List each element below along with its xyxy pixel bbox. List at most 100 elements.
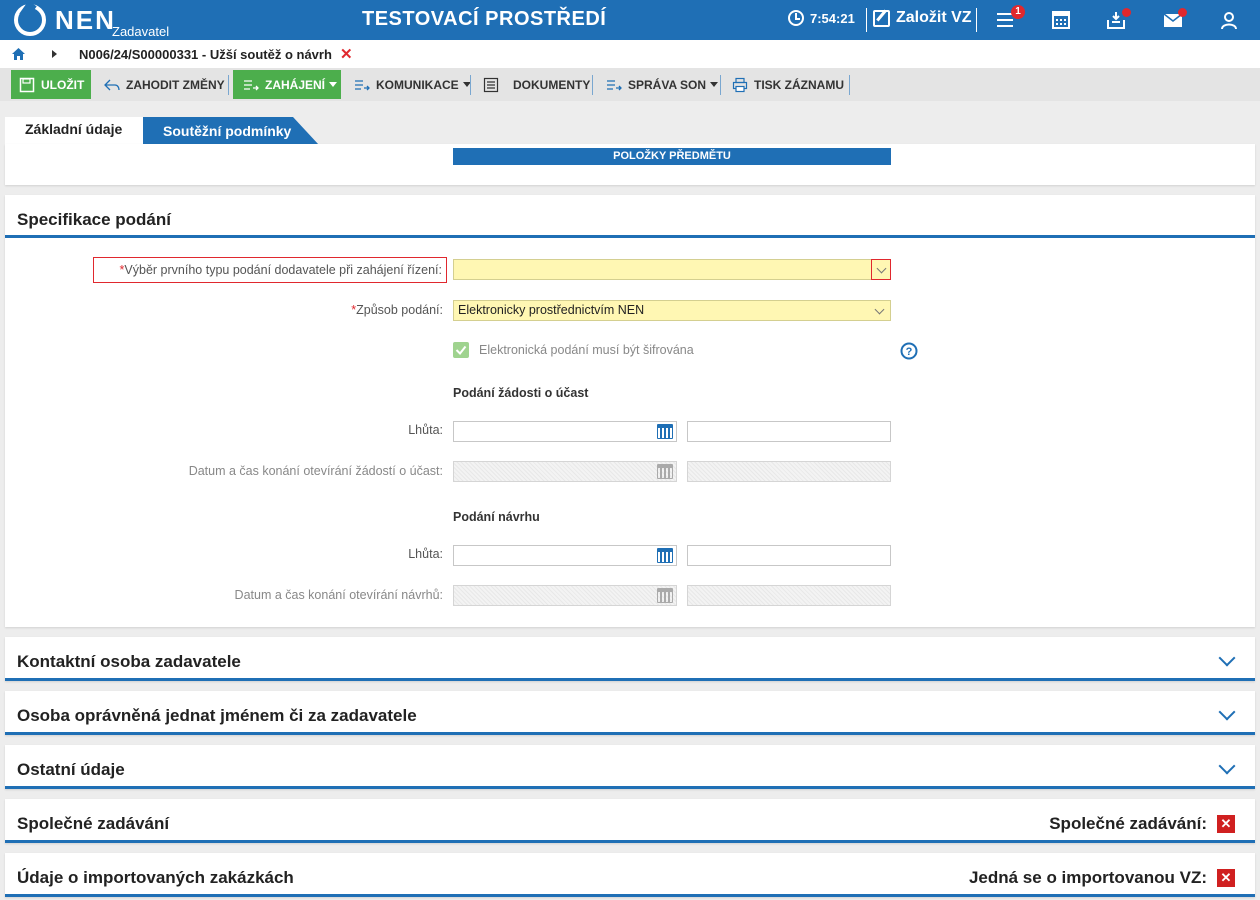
submission-mode-label: *Způsob podání: (351, 303, 443, 317)
authorized-person-section[interactable]: Osoba oprávněná jednat jménem či za zada… (5, 691, 1255, 735)
proposals-deadline-date[interactable] (453, 545, 677, 566)
session-clock: 7:54:21 (788, 10, 855, 26)
start-menu-button[interactable]: ZAHÁJENÍ (233, 70, 341, 99)
divider (720, 75, 721, 95)
breadcrumb: N006/24/S00000331 - Užší soutěž o návrh … (0, 40, 1260, 68)
print-label: TISK ZÁZNAMU (754, 77, 844, 92)
proposals-opening-label: Datum a čas konání otevírání návrhů: (234, 588, 443, 602)
top-bar: NEN Zadavatel TESTOVACÍ PROSTŘEDÍ 7:54:2… (0, 0, 1260, 40)
breadcrumb-current[interactable]: N006/24/S00000331 - Užší soutěž o návrh (79, 47, 332, 62)
print-record-button[interactable]: TISK ZÁZNAMU (732, 70, 844, 99)
calendar-icon (657, 464, 673, 479)
encrypt-label: Elektronická podání musí být šifrována (479, 343, 694, 357)
chevron-down-icon[interactable] (871, 259, 891, 280)
submission-mode-value: Elektronicky prostřednictvím NEN (458, 303, 645, 317)
user-icon[interactable] (1218, 10, 1240, 30)
session-time: 7:54:21 (810, 10, 855, 26)
son-label: SPRÁVA SON (628, 77, 707, 92)
tab-competition-conditions[interactable]: Soutěžní podmínky (143, 117, 319, 145)
imported-contracts-section[interactable]: Údaje o importovaných zakázkách Jedná se… (5, 853, 1255, 897)
close-icon[interactable]: ✕ (1217, 869, 1235, 887)
section-underline (5, 894, 1255, 897)
logo-subtitle: Zadavatel (112, 24, 170, 39)
breadcrumb-arrow-icon (52, 50, 57, 58)
section-underline (5, 840, 1255, 843)
document-icon (483, 77, 499, 92)
tab-strip: Základní údaje Soutěžní podmínky (0, 101, 1260, 145)
logo-text[interactable]: NEN (55, 5, 116, 36)
proposals-opening-time (687, 585, 891, 606)
first-type-label: *Výběr prvního typu podání dodavatele př… (93, 257, 447, 283)
calculator-icon[interactable] (1050, 10, 1072, 30)
contact-person-section[interactable]: Kontaktní osoba zadavatele (5, 637, 1255, 681)
requests-deadline-date[interactable] (453, 421, 677, 442)
close-breadcrumb-icon[interactable]: ✕ (340, 45, 353, 63)
calendar-icon[interactable] (657, 424, 673, 439)
requests-heading: Podání žádosti o účast (453, 386, 589, 400)
documents-button[interactable]: DOKUMENTY (483, 70, 590, 99)
caret-down-icon (329, 82, 338, 87)
list-arrow-icon (607, 79, 622, 90)
section-underline (5, 732, 1255, 735)
chevron-down-icon[interactable] (1218, 757, 1236, 775)
help-icon[interactable]: ? (900, 342, 918, 360)
son-menu-button[interactable]: SPRÁVA SON (606, 70, 719, 99)
floppy-icon (19, 77, 35, 92)
divider (228, 75, 229, 95)
mail-notification-dot (1178, 8, 1187, 17)
caret-down-icon (710, 82, 719, 87)
create-vz-button[interactable]: Založit VZ (873, 9, 972, 27)
chevron-down-icon[interactable] (870, 301, 890, 320)
divider (592, 75, 593, 95)
proposals-opening-date (453, 585, 677, 606)
section-underline (5, 678, 1255, 681)
communication-menu-button[interactable]: KOMUNIKACE (354, 70, 471, 99)
requests-deadline-label: Lhůta: (408, 423, 443, 437)
save-button[interactable]: ULOŽIT (11, 70, 91, 99)
divider (866, 8, 867, 32)
proposals-deadline-time[interactable] (687, 545, 891, 566)
list-arrow-icon (355, 79, 370, 90)
proposals-deadline-label: Lhůta: (408, 547, 443, 561)
tab-basic-info[interactable]: Základní údaje (5, 117, 145, 145)
subject-items-button[interactable]: POLOŽKY PŘEDMĚTU (453, 148, 891, 165)
nen-logo-icon[interactable] (14, 4, 46, 36)
discard-changes-button[interactable]: ZAHODIT ZMĚNY (104, 70, 225, 99)
section-title: Společné zadávání (17, 814, 170, 833)
chevron-down-icon[interactable] (1218, 649, 1236, 667)
submission-mode-select[interactable]: Elektronicky prostřednictvím NEN (453, 300, 891, 321)
other-data-section[interactable]: Ostatní údaje (5, 745, 1255, 789)
home-icon[interactable] (12, 48, 25, 60)
environment-title: TESTOVACÍ PROSTŘEDÍ (362, 8, 607, 30)
requests-opening-label: Datum a čas konání otevírání žádostí o ú… (188, 464, 443, 478)
undo-icon (104, 79, 120, 90)
calendar-icon (657, 588, 673, 603)
clock-icon (788, 10, 804, 26)
discard-label: ZAHODIT ZMĚNY (126, 77, 225, 92)
proposals-heading: Podání návrhu (453, 510, 540, 524)
close-icon[interactable]: ✕ (1217, 815, 1235, 833)
communication-label: KOMUNIKACE (376, 77, 459, 92)
chevron-down-icon[interactable] (1218, 703, 1236, 721)
section-title: Specifikace podání (17, 210, 171, 229)
requests-deadline-time[interactable] (687, 421, 891, 442)
section-title: Osoba oprávněná jednat jménem či za zada… (17, 706, 417, 725)
first-submission-type-select[interactable] (453, 259, 891, 280)
joint-procurement-section[interactable]: Společné zadávání Společné zadávání: ✕ (5, 799, 1255, 843)
section-title: Kontaktní osoba zadavatele (17, 652, 241, 671)
requests-opening-time (687, 461, 891, 482)
pen-icon (873, 9, 890, 27)
save-label: ULOŽIT (41, 77, 85, 92)
divider (470, 75, 471, 95)
joint-procurement-flag-label: Společné zadávání: (1049, 814, 1207, 833)
menu-badge: 1 (1011, 5, 1025, 19)
divider (976, 8, 977, 32)
create-vz-label: Založit VZ (896, 9, 972, 26)
svg-text:?: ? (906, 346, 913, 358)
encrypt-checkbox[interactable] (453, 342, 469, 358)
submission-spec-section: Specifikace podání *Výběr prvního typu p… (5, 195, 1255, 627)
inbox-notification-dot (1122, 8, 1131, 17)
check-icon (455, 345, 467, 356)
calendar-icon[interactable] (657, 548, 673, 563)
section-underline (5, 235, 1255, 238)
